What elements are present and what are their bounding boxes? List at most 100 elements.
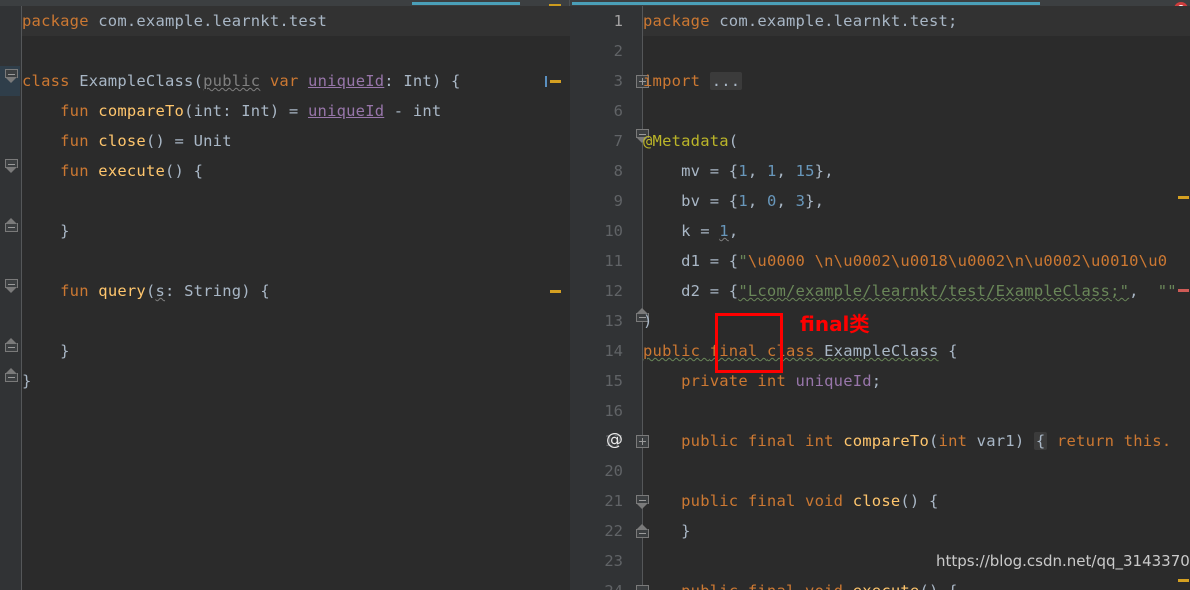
code-line[interactable]	[22, 246, 570, 276]
right-stripe-error-1[interactable]	[1178, 289, 1189, 292]
code-token: ,	[747, 192, 767, 210]
kotlin-code-text[interactable]: package com.example.learnkt.test class Ex…	[22, 6, 570, 590]
code-line[interactable]	[643, 396, 1190, 426]
left-stripe-warning-2[interactable]	[550, 290, 561, 293]
line-number: 3	[613, 72, 623, 90]
code-token: ,	[747, 162, 767, 180]
code-line[interactable]: }	[643, 516, 1190, 546]
code-token: com.example.learnkt.test	[98, 12, 328, 30]
code-line[interactable]: import ...	[643, 66, 1190, 96]
code-token: : String) {	[165, 282, 270, 300]
java-editor-pane[interactable]: 123678910111213141516172021222324 @ pack…	[570, 6, 1190, 590]
folded-code-placeholder[interactable]: ...	[709, 72, 743, 90]
code-token: () {	[900, 492, 939, 510]
code-token: ,	[1129, 282, 1158, 300]
code-line[interactable]: public final void execute() {	[643, 576, 1190, 590]
code-token: import	[643, 72, 710, 90]
code-line[interactable]: }	[22, 216, 570, 246]
code-token: - int	[384, 102, 442, 120]
code-line[interactable]	[22, 306, 570, 336]
fold-marker-class-start[interactable]	[5, 69, 18, 83]
code-token: public final int	[681, 432, 844, 450]
right-stripe-warning-1[interactable]	[1178, 196, 1189, 199]
watermark-text: https://blog.csdn.net/qq_31433709	[936, 552, 1190, 570]
code-line[interactable]	[643, 36, 1190, 66]
override-at-icon[interactable]: @	[606, 430, 623, 450]
line-number: 11	[604, 252, 623, 270]
right-stripe-warning-2[interactable]	[1178, 579, 1189, 582]
line-number: 15	[604, 372, 623, 390]
code-line[interactable]	[22, 36, 570, 66]
code-token: }	[643, 522, 691, 540]
left-stripe-warning-1[interactable]	[550, 80, 561, 83]
code-line[interactable]: fun compareTo(int: Int) = uniqueId - int	[22, 96, 570, 126]
code-line[interactable]: package com.example.learnkt.test;	[643, 6, 1190, 36]
code-line[interactable]: @Metadata(	[643, 126, 1190, 156]
line-number: 13	[604, 312, 623, 330]
left-stripe-caret	[545, 76, 547, 87]
code-token: }	[22, 222, 70, 240]
code-token: int	[938, 432, 977, 450]
fold-marker-query-start[interactable]	[5, 279, 18, 293]
code-token: fun	[60, 132, 99, 150]
code-line[interactable]: k = 1,	[643, 216, 1190, 246]
code-token: () {	[165, 162, 204, 180]
annotation-label: final类	[800, 312, 870, 336]
code-token: execute	[98, 162, 166, 180]
line-number: 9	[613, 192, 623, 210]
code-token: @Metadata	[643, 132, 729, 150]
code-line[interactable]	[22, 186, 570, 216]
code-token: {	[938, 342, 958, 360]
code-line[interactable]: class ExampleClass(public var uniqueId: …	[22, 66, 570, 96]
fold-marker-class-end[interactable]	[5, 368, 18, 382]
line-number: 12	[604, 282, 623, 300]
code-line[interactable]: fun query(s: String) {	[22, 276, 570, 306]
code-token: 1	[738, 162, 748, 180]
code-line[interactable]: }	[22, 336, 570, 366]
folded-code-placeholder[interactable]: {	[1033, 432, 1048, 450]
code-token: ExampleClass	[824, 342, 939, 360]
line-number: 2	[613, 42, 623, 60]
code-line[interactable]	[643, 96, 1190, 126]
code-line[interactable]: public final void close() {	[643, 486, 1190, 516]
code-line[interactable]: }	[22, 366, 570, 396]
code-token: bv = {	[643, 192, 739, 210]
code-line[interactable]: fun execute() {	[22, 156, 570, 186]
code-token: mv = {	[643, 162, 739, 180]
code-token: query	[98, 282, 146, 300]
code-token: (int: Int) =	[184, 102, 308, 120]
code-line[interactable]: mv = {1, 1, 15},	[643, 156, 1190, 186]
code-line[interactable]	[643, 456, 1190, 486]
code-token: class	[22, 72, 80, 90]
code-line[interactable]: d1 = {"\u0000 \n\u0002\u0018\u0002\n\u00…	[643, 246, 1190, 276]
code-token: var1	[976, 432, 1015, 450]
editor-window: 0 package com.example.learnkt.test class …	[0, 0, 1190, 590]
line-number: 6	[613, 102, 623, 120]
code-token: ,	[776, 192, 796, 210]
java-code-text[interactable]: package com.example.learnkt.test; import …	[643, 6, 1190, 590]
code-line[interactable]: fun close() = Unit	[22, 126, 570, 156]
code-token: execute	[853, 582, 920, 590]
fold-marker-query-end[interactable]	[5, 338, 18, 352]
code-token: 1	[766, 162, 777, 180]
kotlin-editor-pane[interactable]: package com.example.learnkt.test class Ex…	[0, 6, 570, 590]
line-number: 8	[613, 162, 623, 180]
code-token: }	[22, 372, 32, 390]
code-line[interactable]: public final int compareTo(int var1) { r…	[643, 426, 1190, 456]
line-number: 10	[604, 222, 623, 240]
code-line[interactable]: d2 = {"Lcom/example/learnkt/test/Example…	[643, 276, 1190, 306]
code-line[interactable]: package com.example.learnkt.test	[22, 6, 570, 36]
fold-marker-execute-start[interactable]	[5, 159, 18, 173]
code-token: fun	[60, 282, 99, 300]
code-token: ExampleClass	[79, 72, 194, 90]
fold-marker-execute-end[interactable]	[5, 218, 18, 232]
code-line[interactable]: bv = {1, 0, 3},	[643, 186, 1190, 216]
code-token: 15	[795, 162, 815, 180]
line-number: 22	[604, 522, 623, 540]
code-token: k =	[643, 222, 720, 240]
line-number: 1	[613, 12, 623, 30]
